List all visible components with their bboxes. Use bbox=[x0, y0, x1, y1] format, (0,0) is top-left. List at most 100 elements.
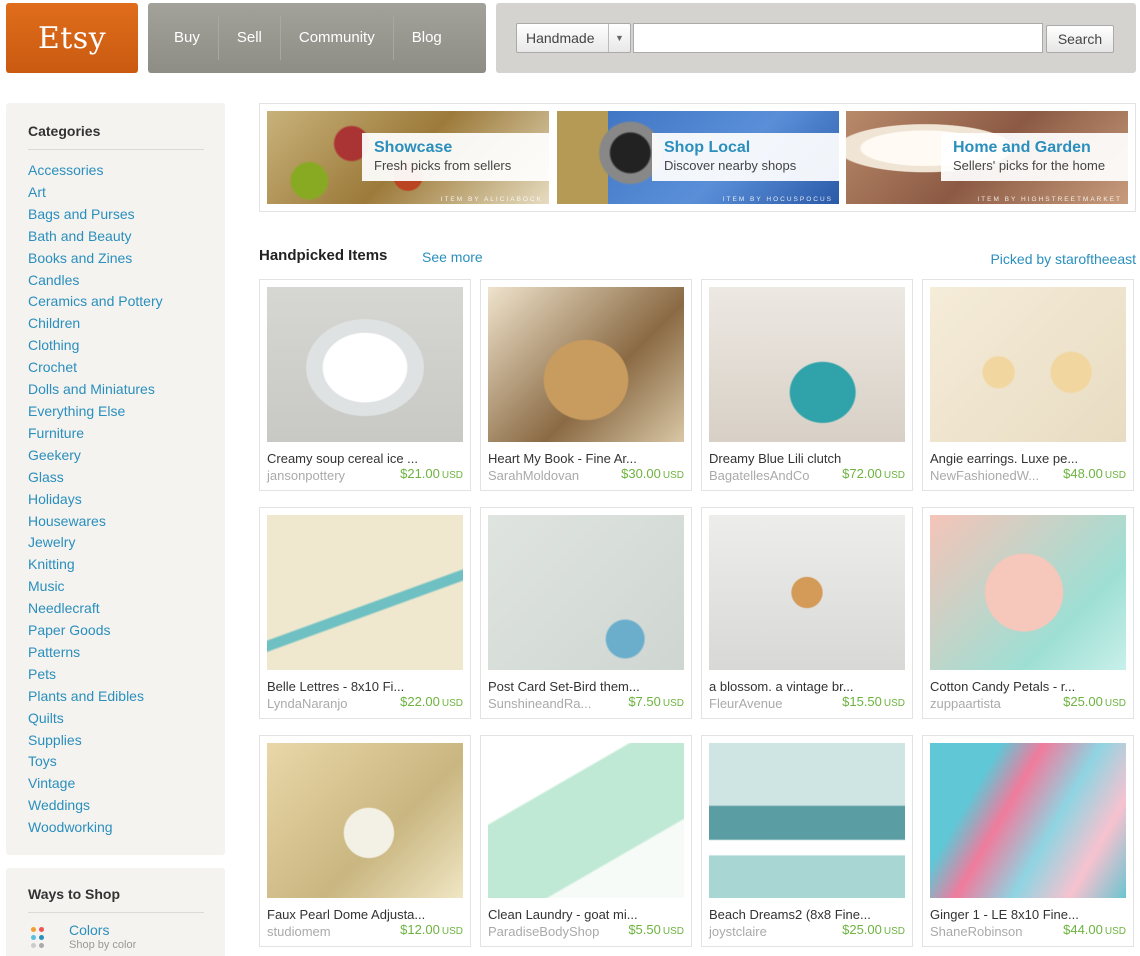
item-image[interactable] bbox=[930, 287, 1126, 442]
item-shop[interactable]: BagatellesAndCo bbox=[709, 468, 809, 483]
item-image[interactable] bbox=[267, 743, 463, 898]
item-shop[interactable]: SarahMoldovan bbox=[488, 468, 579, 483]
item-name[interactable]: Faux Pearl Dome Adjusta... bbox=[267, 907, 425, 922]
item-card[interactable]: Beach Dreams2 (8x8 Fine... joystclaire $25… bbox=[701, 735, 913, 947]
promo-shop-local[interactable]: Shop Local Discover nearby shops ITEM BY… bbox=[557, 111, 839, 204]
item-name[interactable]: Angie earrings. Luxe pe... bbox=[930, 451, 1078, 466]
category-link[interactable]: Holidays bbox=[28, 489, 225, 511]
ways-item-title[interactable]: Colors bbox=[69, 923, 136, 938]
category-link[interactable]: Glass bbox=[28, 467, 225, 489]
item-card[interactable]: Faux Pearl Dome Adjusta... studiomem $12.0… bbox=[259, 735, 471, 947]
see-more-link[interactable]: See more bbox=[422, 249, 483, 265]
category-link[interactable]: Children bbox=[28, 313, 225, 335]
item-card[interactable]: Heart My Book - Fine Ar... SarahMoldovan $… bbox=[480, 279, 692, 491]
item-shop[interactable]: joystclaire bbox=[709, 924, 767, 939]
search-button[interactable]: Search bbox=[1046, 25, 1114, 53]
nav-buy[interactable]: Buy bbox=[156, 16, 219, 60]
item-price: $21.00 USD bbox=[400, 466, 463, 481]
item-card[interactable]: Dreamy Blue Lili clutch BagatellesAndCo $7… bbox=[701, 279, 913, 491]
item-image[interactable] bbox=[709, 743, 905, 898]
item-shop[interactable]: jansonpottery bbox=[267, 468, 345, 483]
categories-title: Categories bbox=[28, 123, 204, 150]
category-link[interactable]: Geekery bbox=[28, 445, 225, 467]
category-link[interactable]: Quilts bbox=[28, 708, 225, 730]
item-image[interactable] bbox=[709, 515, 905, 670]
nav-sell[interactable]: Sell bbox=[219, 16, 281, 60]
promo-subtitle: Fresh picks from sellers bbox=[374, 158, 512, 173]
category-link[interactable]: Toys bbox=[28, 751, 225, 773]
category-link[interactable]: Weddings bbox=[28, 795, 225, 817]
etsy-logo[interactable]: Etsy bbox=[6, 3, 138, 73]
category-link[interactable]: Candles bbox=[28, 270, 225, 292]
item-image[interactable] bbox=[488, 743, 684, 898]
item-card[interactable]: Creamy soup cereal ice ... jansonpottery $… bbox=[259, 279, 471, 491]
chevron-down-icon[interactable]: ▼ bbox=[608, 24, 630, 52]
category-link[interactable]: Paper Goods bbox=[28, 620, 225, 642]
category-link[interactable]: Art bbox=[28, 182, 225, 204]
category-link[interactable]: Ceramics and Pottery bbox=[28, 291, 225, 313]
item-image[interactable] bbox=[930, 515, 1126, 670]
promo-showcase[interactable]: Showcase Fresh picks from sellers ITEM B… bbox=[267, 111, 549, 204]
item-shop[interactable]: SunshineandRa... bbox=[488, 696, 591, 711]
item-card[interactable]: Belle Lettres - 8x10 Fi... LyndaNaranjo $2… bbox=[259, 507, 471, 719]
item-shop[interactable]: FleurAvenue bbox=[709, 696, 782, 711]
search-category-select[interactable]: Handmade ▼ bbox=[516, 23, 631, 53]
item-shop[interactable]: NewFashionedW... bbox=[930, 468, 1039, 483]
category-link[interactable]: Music bbox=[28, 576, 225, 598]
item-shop[interactable]: ParadiseBodyShop bbox=[488, 924, 599, 939]
category-link[interactable]: Woodworking bbox=[28, 817, 225, 839]
item-name[interactable]: Beach Dreams2 (8x8 Fine... bbox=[709, 907, 871, 922]
item-name[interactable]: a blossom. a vintage br... bbox=[709, 679, 854, 694]
item-name[interactable]: Clean Laundry - goat mi... bbox=[488, 907, 638, 922]
item-card[interactable]: Ginger 1 - LE 8x10 Fine... ShaneRobinson $… bbox=[922, 735, 1134, 947]
item-card[interactable]: Angie earrings. Luxe pe... NewFashionedW.… bbox=[922, 279, 1134, 491]
item-image[interactable] bbox=[267, 515, 463, 670]
item-image[interactable] bbox=[488, 287, 684, 442]
item-card[interactable]: Post Card Set-Bird them... SunshineandRa.… bbox=[480, 507, 692, 719]
item-name[interactable]: Heart My Book - Fine Ar... bbox=[488, 451, 637, 466]
item-image[interactable] bbox=[267, 287, 463, 442]
nav-blog[interactable]: Blog bbox=[394, 16, 460, 60]
category-link[interactable]: Jewelry bbox=[28, 532, 225, 554]
item-name[interactable]: Ginger 1 - LE 8x10 Fine... bbox=[930, 907, 1079, 922]
item-name[interactable]: Post Card Set-Bird them... bbox=[488, 679, 640, 694]
category-link[interactable]: Patterns bbox=[28, 642, 225, 664]
category-link[interactable]: Clothing bbox=[28, 335, 225, 357]
category-link[interactable]: Pets bbox=[28, 664, 225, 686]
category-link[interactable]: Plants and Edibles bbox=[28, 686, 225, 708]
category-link[interactable]: Housewares bbox=[28, 511, 225, 533]
item-shop[interactable]: ShaneRobinson bbox=[930, 924, 1023, 939]
item-name[interactable]: Belle Lettres - 8x10 Fi... bbox=[267, 679, 404, 694]
item-name[interactable]: Dreamy Blue Lili clutch bbox=[709, 451, 841, 466]
category-link[interactable]: Books and Zines bbox=[28, 248, 225, 270]
item-price: $5.50 USD bbox=[628, 922, 684, 937]
item-shop[interactable]: studiomem bbox=[267, 924, 331, 939]
item-card[interactable]: Cotton Candy Petals - r... zuppaartista $2… bbox=[922, 507, 1134, 719]
item-image[interactable] bbox=[930, 743, 1126, 898]
item-image[interactable] bbox=[709, 287, 905, 442]
category-link[interactable]: Crochet bbox=[28, 357, 225, 379]
search-input[interactable] bbox=[633, 23, 1043, 53]
item-shop[interactable]: LyndaNaranjo bbox=[267, 696, 347, 711]
category-link[interactable]: Everything Else bbox=[28, 401, 225, 423]
promo-home-and-garden[interactable]: Home and Garden Sellers' picks for the h… bbox=[846, 111, 1128, 204]
category-link[interactable]: Dolls and Miniatures bbox=[28, 379, 225, 401]
category-link[interactable]: Accessories bbox=[28, 160, 225, 182]
category-link[interactable]: Needlecraft bbox=[28, 598, 225, 620]
item-image[interactable] bbox=[488, 515, 684, 670]
category-link[interactable]: Bags and Purses bbox=[28, 204, 225, 226]
picked-by-link[interactable]: Picked by staroftheeast bbox=[990, 251, 1136, 267]
item-name[interactable]: Cotton Candy Petals - r... bbox=[930, 679, 1075, 694]
category-link[interactable]: Furniture bbox=[28, 423, 225, 445]
category-link[interactable]: Supplies bbox=[28, 730, 225, 752]
category-link[interactable]: Bath and Beauty bbox=[28, 226, 225, 248]
item-card[interactable]: a blossom. a vintage br... FleurAvenue $15… bbox=[701, 507, 913, 719]
item-shop[interactable]: zuppaartista bbox=[930, 696, 1001, 711]
item-name[interactable]: Creamy soup cereal ice ... bbox=[267, 451, 418, 466]
item-card[interactable]: Clean Laundry - goat mi... ParadiseBodySh… bbox=[480, 735, 692, 947]
ways-item-colors[interactable]: Colors Shop by color bbox=[28, 923, 225, 956]
category-link[interactable]: Vintage bbox=[28, 773, 225, 795]
category-link[interactable]: Knitting bbox=[28, 554, 225, 576]
nav-community[interactable]: Community bbox=[281, 16, 394, 60]
item-currency: USD bbox=[1104, 698, 1126, 709]
